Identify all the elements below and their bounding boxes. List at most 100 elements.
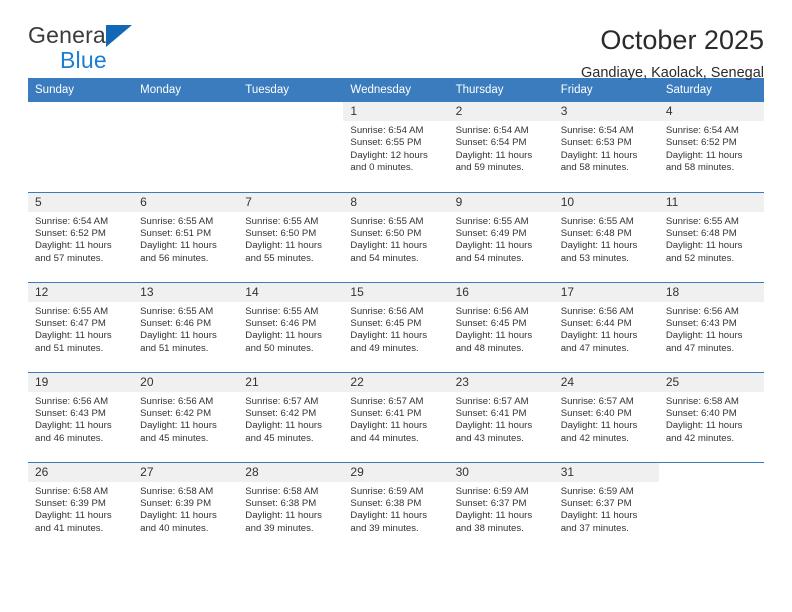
- day-number: 26: [28, 462, 134, 482]
- sunset-text: Sunset: 6:48 PM: [665, 227, 737, 239]
- day-number: [659, 463, 764, 482]
- day-cell[interactable]: 5 Sunrise: 6:54 AM Sunset: 6:52 PM Daylight…: [28, 191, 134, 282]
- day-cell[interactable]: 21 Sunrise: 6:57 AM Sunset: 6:42 PM Dayligh…: [238, 371, 344, 462]
- day-cell[interactable]: 20 Sunrise: 6:56 AM Sunset: 6:42 PM Dayligh…: [133, 371, 239, 462]
- day-cell[interactable]: 28 Sunrise: 6:58 AM Sunset: 6:38 PM Dayligh…: [238, 461, 344, 552]
- day-cell[interactable]: [28, 102, 133, 192]
- day-number: [133, 102, 238, 121]
- day-cell[interactable]: [238, 102, 343, 192]
- day-info: Sunrise: 6:54 AM Sunset: 6:52 PM Daylight:…: [28, 212, 133, 266]
- daylight-text-line2: and 57 minutes.: [35, 252, 104, 264]
- calendar-week-row: 19 Sunrise: 6:56 AM Sunset: 6:43 PM Dayligh…: [28, 371, 764, 462]
- day-cell[interactable]: 14 Sunrise: 6:55 AM Sunset: 6:46 PM Dayligh…: [238, 281, 344, 372]
- sunset-text: Sunset: 6:43 PM: [35, 407, 106, 419]
- sunset-text: Sunset: 6:43 PM: [665, 317, 737, 329]
- sunrise-text: Sunrise: 6:58 AM: [35, 485, 109, 497]
- day-cell[interactable]: 26 Sunrise: 6:58 AM Sunset: 6:39 PM Dayligh…: [28, 461, 134, 552]
- daylight-text-line1: Daylight: 11 hours: [455, 510, 533, 522]
- day-info: Sunrise: 6:54 AM Sunset: 6:53 PM Daylight:…: [554, 121, 659, 175]
- daylight-text-line1: Daylight: 11 hours: [140, 420, 217, 432]
- sunrise-text: Sunrise: 6:56 AM: [665, 305, 739, 317]
- generalblue-logo[interactable]: General Blue: [28, 22, 178, 78]
- daylight-text-line2: and 54 minutes.: [455, 252, 524, 264]
- sunrise-text: Sunrise: 6:58 AM: [665, 395, 739, 407]
- day-number: 16: [448, 282, 554, 302]
- day-cell[interactable]: 4 Sunrise: 6:54 AM Sunset: 6:52 PM Daylight…: [658, 102, 764, 192]
- day-cell[interactable]: 8 Sunrise: 6:55 AM Sunset: 6:50 PM Daylight…: [343, 191, 449, 282]
- day-info: Sunrise: 6:57 AM Sunset: 6:42 PM Daylight:…: [238, 392, 343, 446]
- sunrise-text: Sunrise: 6:57 AM: [350, 395, 424, 407]
- daylight-text-line2: and 51 minutes.: [140, 342, 209, 354]
- day-number: 7: [238, 192, 344, 212]
- sunset-text: Sunset: 6:50 PM: [245, 227, 317, 239]
- sunrise-text: Sunrise: 6:54 AM: [350, 125, 424, 136]
- day-info: Sunrise: 6:56 AM Sunset: 6:42 PM Daylight:…: [133, 392, 238, 446]
- day-cell[interactable]: 22 Sunrise: 6:57 AM Sunset: 6:41 PM Dayligh…: [343, 371, 449, 462]
- daylight-text-line2: and 42 minutes.: [560, 432, 629, 444]
- day-cell[interactable]: 27 Sunrise: 6:58 AM Sunset: 6:39 PM Dayligh…: [133, 461, 239, 552]
- day-info: Sunrise: 6:54 AM Sunset: 6:52 PM Daylight:…: [659, 121, 764, 175]
- sunrise-text: Sunrise: 6:55 AM: [560, 215, 634, 227]
- day-cell[interactable]: 12 Sunrise: 6:55 AM Sunset: 6:47 PM Dayligh…: [28, 281, 134, 372]
- daylight-text-line2: and 58 minutes.: [560, 162, 629, 174]
- daylight-text-line1: Daylight: 11 hours: [245, 420, 322, 432]
- sunrise-text: Sunrise: 6:55 AM: [350, 215, 424, 227]
- daylight-text-line2: and 51 minutes.: [35, 342, 104, 354]
- day-cell[interactable]: 18 Sunrise: 6:56 AM Sunset: 6:43 PM Dayligh…: [658, 281, 764, 372]
- weekday-header-monday: Monday: [133, 78, 239, 102]
- day-info: Sunrise: 6:58 AM Sunset: 6:39 PM Daylight:…: [28, 482, 133, 536]
- day-cell[interactable]: 30 Sunrise: 6:59 AM Sunset: 6:37 PM Dayligh…: [448, 461, 554, 552]
- daylight-text-line1: Daylight: 11 hours: [665, 420, 743, 432]
- day-number: 12: [28, 282, 134, 302]
- day-number: 30: [448, 462, 554, 482]
- day-cell[interactable]: 7 Sunrise: 6:55 AM Sunset: 6:50 PM Daylight…: [238, 191, 344, 282]
- sunset-text: Sunset: 6:52 PM: [665, 137, 737, 149]
- day-cell[interactable]: 15 Sunrise: 6:56 AM Sunset: 6:45 PM Dayligh…: [343, 281, 449, 372]
- day-cell[interactable]: 2 Sunrise: 6:54 AM Sunset: 6:54 PM Daylight…: [448, 102, 554, 192]
- day-cell[interactable]: 23 Sunrise: 6:57 AM Sunset: 6:41 PM Dayligh…: [448, 371, 554, 462]
- page-title: October 2025: [600, 25, 764, 55]
- day-cell[interactable]: 6 Sunrise: 6:55 AM Sunset: 6:51 PM Daylight…: [133, 191, 239, 282]
- day-number: 24: [553, 372, 659, 392]
- day-info: Sunrise: 6:56 AM Sunset: 6:43 PM Daylight:…: [28, 392, 133, 446]
- day-cell[interactable]: 16 Sunrise: 6:56 AM Sunset: 6:45 PM Dayligh…: [448, 281, 554, 372]
- day-cell[interactable]: [658, 461, 764, 552]
- weekday-header-wednesday: Wednesday: [343, 78, 449, 102]
- calendar-week-row: 5 Sunrise: 6:54 AM Sunset: 6:52 PM Daylight…: [28, 191, 764, 282]
- calendar-page: General Blue October 2025 Gandiaye, Kaol…: [0, 0, 792, 612]
- day-info: Sunrise: 6:57 AM Sunset: 6:41 PM Daylight:…: [449, 392, 554, 446]
- sunrise-text: Sunrise: 6:55 AM: [455, 215, 529, 227]
- sunset-text: Sunset: 6:38 PM: [245, 497, 317, 509]
- day-info: Sunrise: 6:56 AM Sunset: 6:43 PM Daylight:…: [659, 302, 764, 356]
- daylight-text-line2: and 46 minutes.: [35, 432, 104, 444]
- daylight-text-line2: and 0 minutes.: [350, 162, 414, 174]
- daylight-text-line2: and 47 minutes.: [665, 342, 735, 354]
- day-info: Sunrise: 6:58 AM Sunset: 6:38 PM Daylight:…: [238, 482, 343, 536]
- day-info: Sunrise: 6:59 AM Sunset: 6:37 PM Daylight:…: [449, 482, 554, 536]
- day-cell[interactable]: [133, 102, 238, 192]
- day-cell[interactable]: 3 Sunrise: 6:54 AM Sunset: 6:53 PM Daylight…: [553, 102, 659, 192]
- day-info: Sunrise: 6:59 AM Sunset: 6:38 PM Daylight:…: [343, 482, 448, 536]
- day-cell[interactable]: 24 Sunrise: 6:57 AM Sunset: 6:40 PM Dayligh…: [553, 371, 659, 462]
- day-cell[interactable]: 29 Sunrise: 6:59 AM Sunset: 6:38 PM Dayligh…: [343, 461, 449, 552]
- daylight-text-line1: Daylight: 11 hours: [560, 240, 638, 252]
- day-cell[interactable]: 31 Sunrise: 6:59 AM Sunset: 6:37 PM Dayligh…: [553, 461, 659, 552]
- day-cell[interactable]: 11 Sunrise: 6:55 AM Sunset: 6:48 PM Dayligh…: [658, 191, 764, 282]
- day-number: 21: [238, 372, 344, 392]
- sunset-text: Sunset: 6:40 PM: [665, 407, 737, 419]
- day-cell[interactable]: 10 Sunrise: 6:55 AM Sunset: 6:48 PM Dayligh…: [553, 191, 659, 282]
- day-cell[interactable]: 17 Sunrise: 6:56 AM Sunset: 6:44 PM Dayligh…: [553, 281, 659, 372]
- sunrise-text: Sunrise: 6:58 AM: [245, 485, 319, 497]
- daylight-text-line2: and 44 minutes.: [350, 432, 419, 444]
- day-cell[interactable]: 9 Sunrise: 6:55 AM Sunset: 6:49 PM Daylight…: [448, 191, 554, 282]
- daylight-text-line1: Daylight: 11 hours: [140, 240, 217, 252]
- daylight-text-line1: Daylight: 11 hours: [35, 510, 112, 522]
- day-number: 10: [553, 192, 659, 212]
- day-cell[interactable]: 1 Sunrise: 6:54 AM Sunset: 6:55 PM Daylight…: [343, 102, 449, 192]
- sunset-text: Sunset: 6:46 PM: [245, 317, 317, 329]
- day-cell[interactable]: 19 Sunrise: 6:56 AM Sunset: 6:43 PM Dayligh…: [28, 371, 134, 462]
- day-cell[interactable]: 13 Sunrise: 6:55 AM Sunset: 6:46 PM Dayligh…: [133, 281, 239, 372]
- sunrise-text: Sunrise: 6:59 AM: [560, 485, 634, 497]
- day-cell[interactable]: 25 Sunrise: 6:58 AM Sunset: 6:40 PM Dayligh…: [658, 371, 764, 462]
- day-number: 17: [553, 282, 659, 302]
